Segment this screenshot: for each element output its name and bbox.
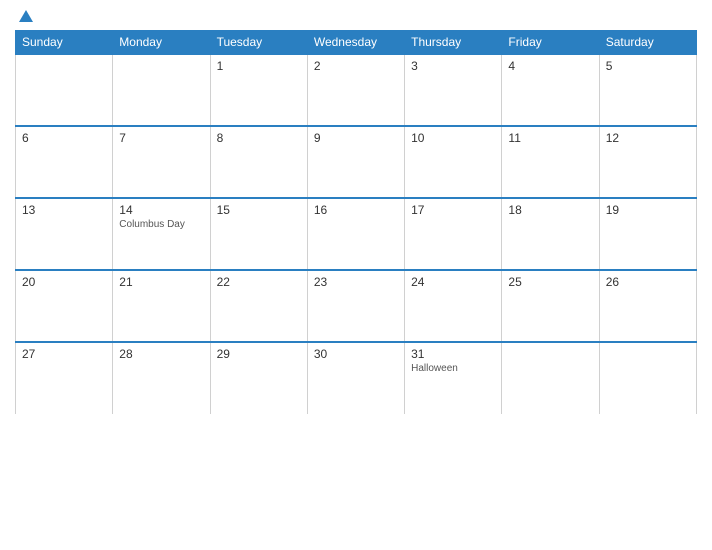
day-header-friday: Friday (502, 31, 599, 55)
calendar-cell: 4 (502, 54, 599, 126)
day-number: 12 (606, 131, 690, 145)
calendar-cell: 7 (113, 126, 210, 198)
calendar-cell: 13 (16, 198, 113, 270)
day-number: 31 (411, 347, 495, 361)
calendar-cell: 27 (16, 342, 113, 414)
calendar-cell: 24 (405, 270, 502, 342)
day-header-wednesday: Wednesday (307, 31, 404, 55)
week-row-5: 27 28 29 30 31 Halloween (16, 342, 697, 414)
calendar-cell: 11 (502, 126, 599, 198)
day-number: 4 (508, 59, 592, 73)
week-row-4: 20 21 22 23 24 25 26 (16, 270, 697, 342)
day-number: 7 (119, 131, 203, 145)
day-number: 27 (22, 347, 106, 361)
day-number: 21 (119, 275, 203, 289)
calendar-page: SundayMondayTuesdayWednesdayThursdayFrid… (0, 0, 712, 550)
day-number: 17 (411, 203, 495, 217)
calendar-cell: 10 (405, 126, 502, 198)
day-header-tuesday: Tuesday (210, 31, 307, 55)
calendar-cell: 26 (599, 270, 696, 342)
calendar-cell: 25 (502, 270, 599, 342)
calendar-event: Columbus Day (119, 219, 203, 230)
calendar-cell: 20 (16, 270, 113, 342)
calendar-cell: 9 (307, 126, 404, 198)
day-number: 10 (411, 131, 495, 145)
week-row-2: 6789 10 11 12 (16, 126, 697, 198)
day-number: 24 (411, 275, 495, 289)
day-number: 28 (119, 347, 203, 361)
day-number: 11 (508, 131, 592, 145)
calendar-cell: 21 (113, 270, 210, 342)
calendar-cell: 19 (599, 198, 696, 270)
calendar-cell: 22 (210, 270, 307, 342)
calendar-cell: 23 (307, 270, 404, 342)
calendar-cell: 3 (405, 54, 502, 126)
calendar-cell (599, 342, 696, 414)
calendar-cell: 16 (307, 198, 404, 270)
calendar-cell: 12 (599, 126, 696, 198)
day-number: 2 (314, 59, 398, 73)
calendar-cell: 8 (210, 126, 307, 198)
calendar-event: Halloween (411, 363, 495, 374)
calendar-cell: 5 (599, 54, 696, 126)
week-row-3: 13 14 Columbus Day 15 16 17 18 19 (16, 198, 697, 270)
day-number: 22 (217, 275, 301, 289)
day-number: 16 (314, 203, 398, 217)
day-number: 3 (411, 59, 495, 73)
calendar-cell: 15 (210, 198, 307, 270)
day-number: 19 (606, 203, 690, 217)
calendar-cell: 28 (113, 342, 210, 414)
day-number: 30 (314, 347, 398, 361)
day-number: 20 (22, 275, 106, 289)
week-row-1: 12345 (16, 54, 697, 126)
day-number: 25 (508, 275, 592, 289)
day-number: 13 (22, 203, 106, 217)
day-number: 8 (217, 131, 301, 145)
calendar-cell: 6 (16, 126, 113, 198)
day-header-thursday: Thursday (405, 31, 502, 55)
calendar-cell: 31 Halloween (405, 342, 502, 414)
days-header-row: SundayMondayTuesdayWednesdayThursdayFrid… (16, 31, 697, 55)
day-number: 23 (314, 275, 398, 289)
day-number: 1 (217, 59, 301, 73)
day-number: 26 (606, 275, 690, 289)
calendar-cell: 1 (210, 54, 307, 126)
calendar-cell (113, 54, 210, 126)
day-number: 5 (606, 59, 690, 73)
day-number: 29 (217, 347, 301, 361)
day-header-saturday: Saturday (599, 31, 696, 55)
day-number: 18 (508, 203, 592, 217)
calendar-cell (16, 54, 113, 126)
calendar-cell: 17 (405, 198, 502, 270)
header (15, 10, 697, 22)
logo (15, 10, 33, 22)
day-number: 14 (119, 203, 203, 217)
day-header-monday: Monday (113, 31, 210, 55)
calendar-cell: 2 (307, 54, 404, 126)
calendar-cell: 14 Columbus Day (113, 198, 210, 270)
calendar-cell: 18 (502, 198, 599, 270)
day-number: 6 (22, 131, 106, 145)
day-number: 9 (314, 131, 398, 145)
calendar-table: SundayMondayTuesdayWednesdayThursdayFrid… (15, 30, 697, 414)
logo-triangle-icon (19, 10, 33, 22)
calendar-cell: 29 (210, 342, 307, 414)
calendar-cell: 30 (307, 342, 404, 414)
calendar-cell (502, 342, 599, 414)
day-number: 15 (217, 203, 301, 217)
day-header-sunday: Sunday (16, 31, 113, 55)
